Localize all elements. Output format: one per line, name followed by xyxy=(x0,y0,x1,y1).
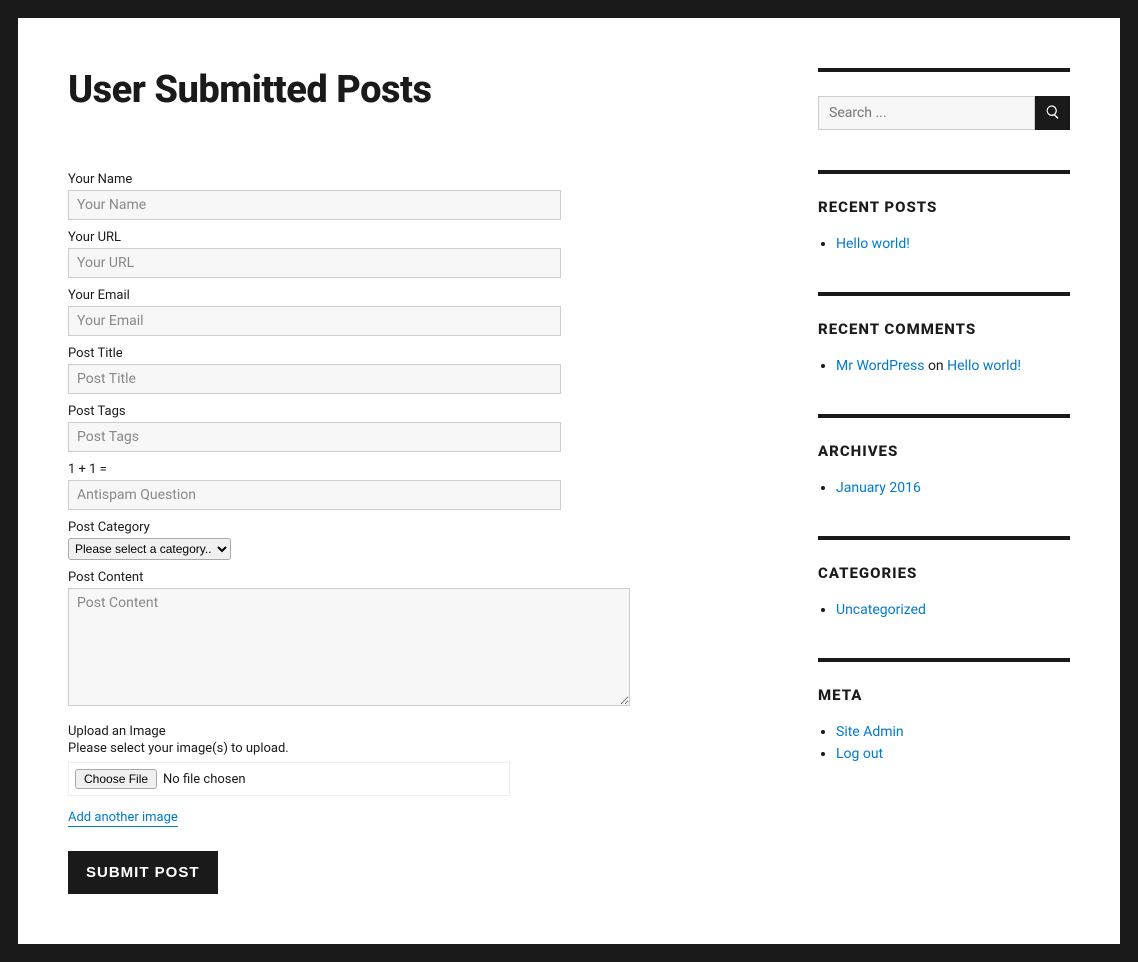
divider xyxy=(818,170,1070,174)
categories-heading: CATEGORIES xyxy=(818,564,1070,582)
recent-post-link[interactable]: Hello world! xyxy=(836,236,910,252)
on-text: on xyxy=(924,358,947,374)
archives-heading: ARCHIVES xyxy=(818,442,1070,460)
category-link[interactable]: Uncategorized xyxy=(836,602,926,618)
submit-button[interactable]: SUBMIT POST xyxy=(68,851,218,894)
file-status: No file chosen xyxy=(163,772,246,787)
tags-label: Post Tags xyxy=(68,404,758,419)
comment-post-link[interactable]: Hello world! xyxy=(947,358,1021,374)
archive-link[interactable]: January 2016 xyxy=(836,480,921,496)
meta-link[interactable]: Site Admin xyxy=(836,724,904,740)
antispam-label: 1 + 1 = xyxy=(68,462,758,477)
antispam-input[interactable] xyxy=(68,480,561,510)
email-input[interactable] xyxy=(68,306,561,336)
recent-posts-heading: RECENT POSTS xyxy=(818,198,1070,216)
list-item: Hello world! xyxy=(836,236,1070,252)
divider xyxy=(818,68,1070,72)
list-item: Uncategorized xyxy=(836,602,1070,618)
search-input[interactable] xyxy=(818,96,1035,130)
divider xyxy=(818,414,1070,418)
search-button[interactable] xyxy=(1035,96,1070,130)
name-input[interactable] xyxy=(68,190,561,220)
recent-comments-heading: RECENT COMMENTS xyxy=(818,320,1070,338)
tags-input[interactable] xyxy=(68,422,561,452)
title-label: Post Title xyxy=(68,346,758,361)
content-textarea[interactable] xyxy=(68,588,630,706)
name-label: Your Name xyxy=(68,172,758,187)
list-item: January 2016 xyxy=(836,480,1070,496)
category-label: Post Category xyxy=(68,520,758,535)
list-item: Site Admin xyxy=(836,724,1070,740)
add-image-link[interactable]: Add another image xyxy=(68,810,178,827)
search-icon xyxy=(1045,104,1061,123)
meta-heading: META xyxy=(818,686,1070,704)
upload-desc: Please select your image(s) to upload. xyxy=(68,741,758,756)
upload-label: Upload an Image xyxy=(68,724,758,739)
divider xyxy=(818,658,1070,662)
divider xyxy=(818,292,1070,296)
content-label: Post Content xyxy=(68,570,758,585)
url-input[interactable] xyxy=(68,248,561,278)
choose-file-button[interactable]: Choose File xyxy=(75,769,157,789)
page-title: User Submitted Posts xyxy=(68,68,758,112)
list-item: Log out xyxy=(836,746,1070,762)
title-input[interactable] xyxy=(68,364,561,394)
divider xyxy=(818,536,1070,540)
comment-author-link[interactable]: Mr WordPress xyxy=(836,358,924,374)
category-select[interactable]: Please select a category.. xyxy=(68,538,231,560)
url-label: Your URL xyxy=(68,230,758,245)
list-item: Mr WordPress on Hello world! xyxy=(836,358,1070,374)
email-label: Your Email xyxy=(68,288,758,303)
file-input-row[interactable]: Choose File No file chosen xyxy=(68,762,510,796)
meta-link[interactable]: Log out xyxy=(836,746,883,762)
